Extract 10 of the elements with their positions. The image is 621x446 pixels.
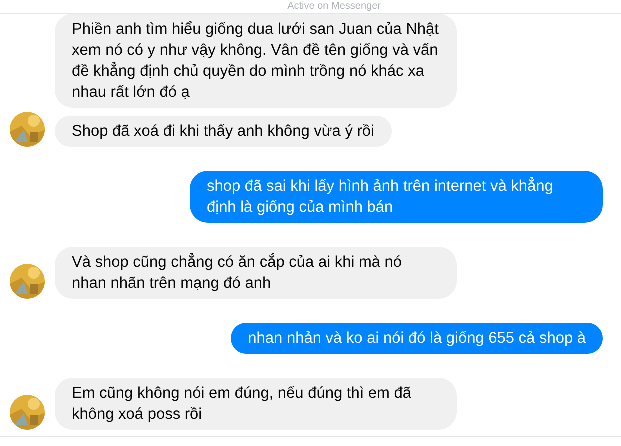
status-text: Active on Messenger — [288, 0, 381, 13]
received-message: Em cũng không nói em đúng, nếu đúng thì em đã không xoá poss rồi — [55, 378, 457, 430]
avatar[interactable] — [10, 112, 45, 147]
sent-message: nhan nhản và ko ai nói đó là giống 655 cả shop à — [231, 323, 603, 354]
avatar[interactable] — [10, 395, 45, 430]
received-message: Và shop cũng chẳng có ăn cắp của ai khi mà nó nhan nhãn trên mạng đó anh — [55, 247, 457, 299]
sent-message: shop đã sai khi lấy hình ảnh trên internet và khẳng định là giống của mình bán — [190, 171, 603, 223]
received-message: Shop đã xoá đi khi thấy anh không vừa ý rồi — [55, 116, 392, 147]
received-message: Phiền anh tìm hiểu giống dua lưới san Juan của Nhật xem nó có y như vậy không. Vân đề tên giống và vấn đề khẳng định chủ quyền do mình trồng nó khác xa nhau rất lớn đó ạ — [55, 14, 457, 108]
avatar[interactable] — [10, 264, 45, 299]
